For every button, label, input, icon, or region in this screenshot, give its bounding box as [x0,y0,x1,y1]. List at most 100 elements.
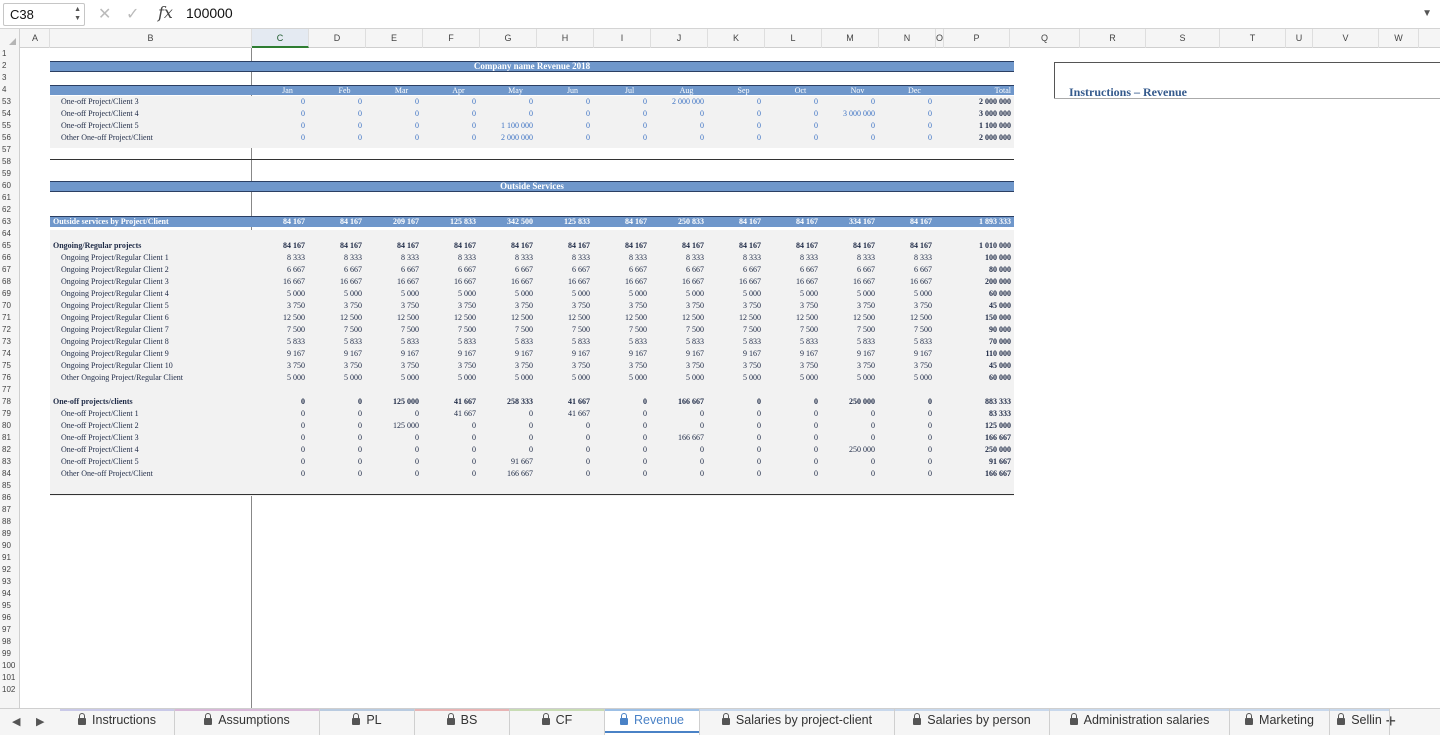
row-header-102[interactable]: 102 [0,684,19,696]
cell-value[interactable]: 7 500 [821,324,875,336]
cell-value[interactable]: 3 750 [878,300,932,312]
row-header-87[interactable]: 87 [0,504,19,516]
cell-value[interactable]: 7 500 [422,324,476,336]
column-header-u[interactable]: U [1286,29,1313,48]
cell-value[interactable]: 5 000 [479,288,533,300]
cell-value[interactable]: 6 667 [764,264,818,276]
cell-value[interactable]: 12 500 [707,312,761,324]
cell-value[interactable]: 0 [878,96,932,108]
cell-value[interactable]: 84 167 [308,216,362,228]
cell-value[interactable]: 0 [422,456,476,468]
cell-value[interactable]: 84 167 [878,240,932,252]
cell-value[interactable]: 6 667 [365,264,419,276]
cell-value[interactable]: 334 167 [821,216,875,228]
column-header-w[interactable]: W [1379,29,1419,48]
cell-value[interactable]: 3 750 [479,360,533,372]
cell-value[interactable]: 9 167 [365,348,419,360]
cell-value[interactable]: 5 000 [479,372,533,384]
column-header-h[interactable]: H [537,29,594,48]
cell-value[interactable]: 0 [308,444,362,456]
cell-value[interactable]: 0 [251,120,305,132]
cell-value[interactable]: 0 [479,108,533,120]
row-header-69[interactable]: 69 [0,288,19,300]
cell-value[interactable]: 84 167 [707,240,761,252]
cell-value[interactable]: 0 [764,120,818,132]
row-header-99[interactable]: 99 [0,648,19,660]
cell-value[interactable]: 3 750 [251,360,305,372]
cell-value[interactable]: 0 [593,420,647,432]
cell-value[interactable]: 0 [878,444,932,456]
cell-value[interactable]: 16 667 [422,276,476,288]
check-icon[interactable]: ✓ [126,4,139,24]
cell-value[interactable]: 0 [365,408,419,420]
cell-value[interactable]: 16 667 [536,276,590,288]
cell-value[interactable]: 0 [536,456,590,468]
cell-value[interactable]: 250 000 [821,444,875,456]
cell-value[interactable]: 0 [821,432,875,444]
cell-value[interactable]: 3 750 [308,360,362,372]
cell-value[interactable]: 9 167 [251,348,305,360]
row-header-97[interactable]: 97 [0,624,19,636]
cell-value[interactable]: 3 750 [251,300,305,312]
cell-value[interactable]: 12 500 [593,312,647,324]
cell-value[interactable]: 0 [764,456,818,468]
cell-value[interactable]: 1 100 000 [957,120,1011,132]
cell-value[interactable]: 0 [650,456,704,468]
cell-value[interactable]: 0 [650,444,704,456]
cell-value[interactable]: 200 000 [957,276,1011,288]
row-header-94[interactable]: 94 [0,588,19,600]
row-header-78[interactable]: 78 [0,396,19,408]
cell-value[interactable]: 0 [821,408,875,420]
tab-cf[interactable]: CF [510,709,605,735]
cell-value[interactable]: 3 750 [821,360,875,372]
cell-value[interactable]: 6 667 [821,264,875,276]
cell-value[interactable]: 16 667 [764,276,818,288]
cell-value[interactable]: 5 000 [707,288,761,300]
cell-value[interactable]: 12 500 [650,312,704,324]
cell-value[interactable]: 0 [593,408,647,420]
cell-value[interactable]: 0 [593,108,647,120]
cell-value[interactable]: 2 000 000 [650,96,704,108]
cell-value[interactable]: 166 667 [479,468,533,480]
cell-value[interactable]: 84 167 [593,240,647,252]
cell-value[interactable]: 0 [422,432,476,444]
cell-value[interactable]: 0 [251,96,305,108]
cell-value[interactable]: 5 000 [308,288,362,300]
cell-value[interactable]: 5 000 [707,372,761,384]
row-header-101[interactable]: 101 [0,672,19,684]
cell-value[interactable]: 0 [707,432,761,444]
cell-value[interactable]: 3 750 [308,300,362,312]
cell-value[interactable]: 3 750 [878,360,932,372]
cell-value[interactable]: 3 750 [536,300,590,312]
cell-value[interactable]: 0 [707,468,761,480]
cell-value[interactable]: 5 833 [365,336,419,348]
cell-value[interactable]: 5 833 [821,336,875,348]
cell-value[interactable]: 0 [593,444,647,456]
cell-value[interactable]: 3 750 [593,360,647,372]
cell-value[interactable]: 209 167 [365,216,419,228]
cell-value[interactable]: 125 833 [536,216,590,228]
cell-value[interactable]: 0 [764,420,818,432]
column-header-p[interactable]: P [944,29,1010,48]
cell-value[interactable]: 0 [365,456,419,468]
row-header-91[interactable]: 91 [0,552,19,564]
cell-value[interactable]: 9 167 [536,348,590,360]
cell-value[interactable]: 0 [593,468,647,480]
row-header-92[interactable]: 92 [0,564,19,576]
cell-value[interactable]: 110 000 [957,348,1011,360]
cell-value[interactable]: 3 750 [479,300,533,312]
cell-value[interactable]: 0 [251,408,305,420]
cell-value[interactable]: 8 333 [479,252,533,264]
cell-value[interactable]: 5 000 [365,372,419,384]
cell-value[interactable]: 8 333 [251,252,305,264]
cell-value[interactable]: 125 000 [957,420,1011,432]
cell-value[interactable]: 0 [365,96,419,108]
cell-value[interactable]: 91 667 [479,456,533,468]
row-header-1[interactable]: 1 [0,48,19,60]
row-header-59[interactable]: 59 [0,168,19,180]
cell-value[interactable]: 5 833 [422,336,476,348]
cell-value[interactable]: 5 833 [878,336,932,348]
cell-value[interactable]: 0 [707,120,761,132]
row-header-90[interactable]: 90 [0,540,19,552]
row-header-96[interactable]: 96 [0,612,19,624]
